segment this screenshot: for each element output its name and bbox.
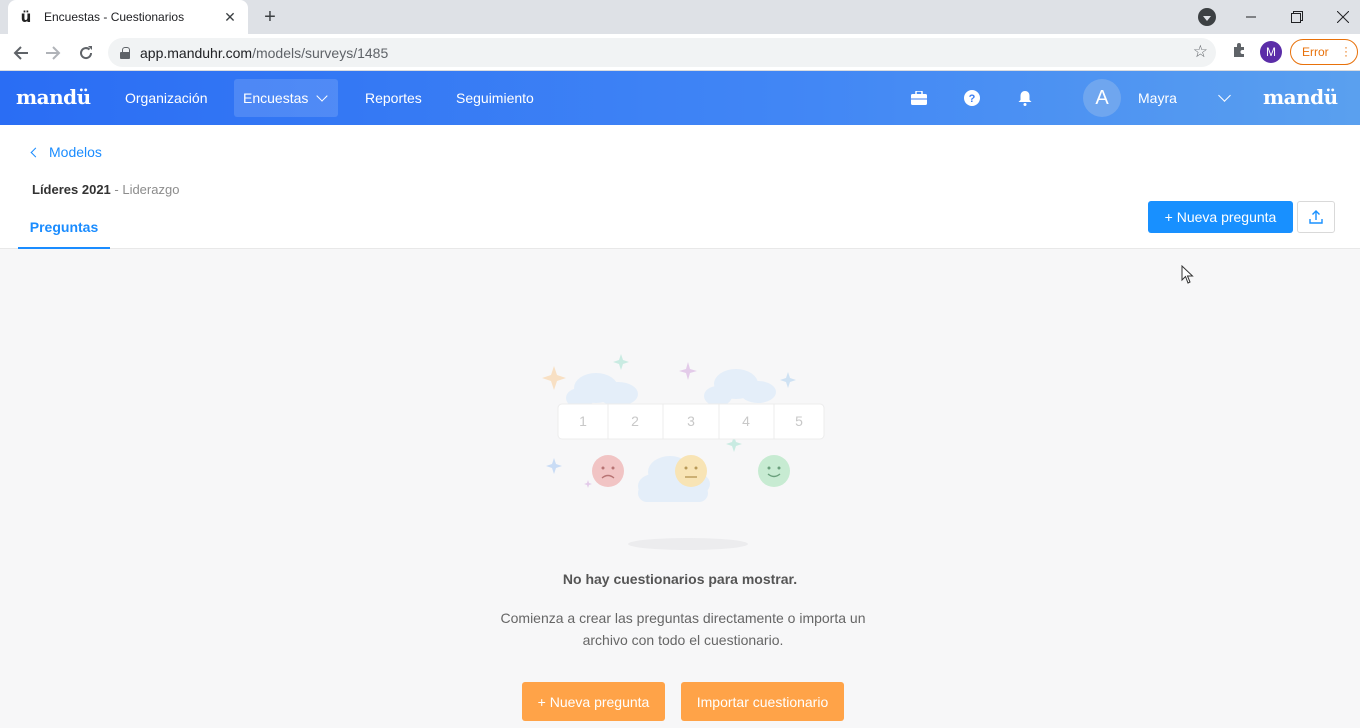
model-title: Líderes 2021 — [32, 182, 111, 197]
error-label: Error — [1302, 45, 1329, 59]
briefcase-icon[interactable] — [911, 90, 927, 106]
scale-1: 1 — [579, 413, 587, 429]
help-icon[interactable]: ? — [964, 90, 980, 106]
logo[interactable]: mandü — [16, 85, 91, 109]
more-vert-icon: · · · — [1344, 40, 1348, 62]
model-subtitle: - Liderazgo — [110, 182, 180, 197]
error-button[interactable]: Error · · · — [1290, 39, 1358, 65]
back-arrow-icon[interactable] — [8, 40, 34, 66]
url-text: app.manduhr.com/models/surveys/1485 — [140, 44, 389, 61]
browser-toolbar: app.manduhr.com/models/surveys/1485 ☆ — [0, 34, 1360, 71]
scale-5: 5 — [795, 413, 803, 429]
empty-new-question-button[interactable]: + Nueva pregunta — [522, 682, 665, 721]
browser-tabstrip: ü Encuestas - Cuestionarios ✕ + — [0, 0, 1360, 34]
lock-icon — [120, 46, 130, 59]
logo-right: mandü — [1263, 85, 1338, 109]
avatar[interactable]: A — [1083, 79, 1121, 117]
new-tab-icon[interactable]: + — [258, 5, 282, 29]
empty-state-title: No hay cuestionarios para mostrar. — [562, 571, 798, 587]
bell-icon[interactable] — [1017, 90, 1033, 106]
restore-icon[interactable] — [1274, 0, 1320, 34]
back-label: Modelos — [49, 144, 102, 160]
new-question-button[interactable]: + Nueva pregunta — [1148, 201, 1293, 233]
reload-icon[interactable] — [73, 40, 99, 66]
upload-icon — [1309, 210, 1323, 224]
nav-organizacion[interactable]: Organización — [116, 79, 217, 117]
scale-4: 4 — [742, 413, 750, 429]
scale-2: 2 — [631, 413, 639, 429]
nav-seguimiento[interactable]: Seguimiento — [447, 79, 543, 117]
browser-tab[interactable]: ü Encuestas - Cuestionarios ✕ — [8, 0, 248, 34]
close-window-icon[interactable] — [1320, 0, 1360, 34]
upload-button[interactable] — [1297, 201, 1335, 233]
nav-encuestas[interactable]: Encuestas — [234, 79, 338, 117]
tab-title: Encuestas - Cuestionarios — [44, 10, 185, 24]
import-questionnaire-button[interactable]: Importar cuestionario — [681, 682, 844, 721]
chevron-down-icon — [316, 90, 329, 102]
bookmark-star-icon[interactable]: ☆ — [1193, 42, 1208, 62]
user-name[interactable]: Mayra — [1138, 90, 1177, 106]
empty-state-description: Comienza a crear las preguntas directame… — [500, 610, 866, 648]
forward-arrow-icon[interactable] — [40, 40, 66, 66]
minimize-icon[interactable] — [1228, 0, 1274, 34]
extensions-puzzle-icon[interactable] — [1229, 40, 1249, 60]
chevron-left-icon — [30, 147, 41, 157]
tab-preguntas[interactable]: Preguntas — [18, 207, 110, 249]
empty-state-illustration: 1 2 3 4 5 — [542, 354, 825, 550]
back-to-models-link[interactable]: Modelos — [30, 144, 102, 160]
profile-avatar[interactable]: M — [1260, 41, 1282, 63]
nav-encuestas-label: Encuestas — [243, 90, 309, 106]
scale-3: 3 — [687, 413, 695, 429]
tab-close-icon[interactable]: ✕ — [222, 9, 238, 25]
address-bar[interactable]: app.manduhr.com/models/surveys/1485 ☆ — [108, 38, 1216, 67]
breadcrumb: Líderes 2021 - Liderazgo — [32, 182, 179, 197]
svg-text:?: ? — [969, 93, 976, 105]
tab-search-icon[interactable] — [1198, 8, 1216, 26]
mouse-cursor-icon — [1181, 265, 1194, 284]
nav-reportes[interactable]: Reportes — [356, 79, 431, 117]
favicon-icon: ü — [20, 8, 32, 26]
